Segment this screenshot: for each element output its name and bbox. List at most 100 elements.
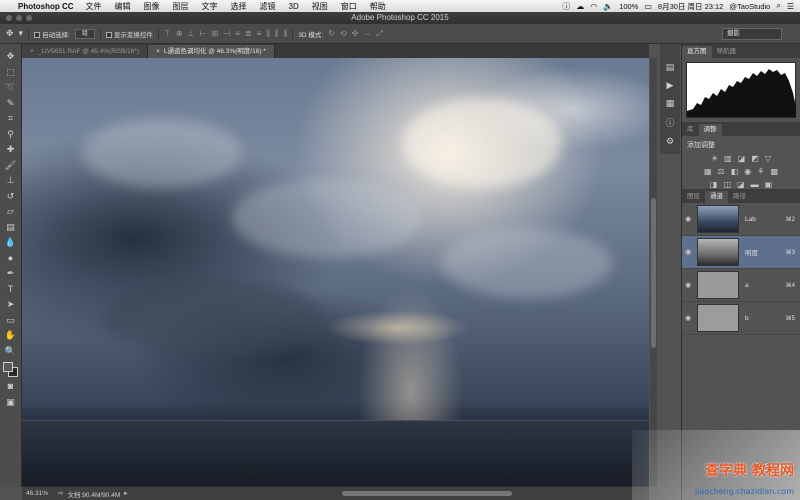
- search-icon[interactable]: ⌕: [776, 1, 780, 11]
- brightness-icon[interactable]: ☀: [711, 154, 718, 163]
- eye-icon[interactable]: ◉: [682, 248, 694, 256]
- align-top-icon[interactable]: ⊤: [164, 29, 171, 39]
- menu-filter[interactable]: 滤镜: [260, 1, 276, 12]
- path-select-tool-icon[interactable]: ➤: [4, 298, 18, 312]
- invert-icon[interactable]: ◨: [710, 180, 718, 189]
- user-name[interactable]: @TaoStudio: [729, 2, 770, 11]
- foreground-color-swatch[interactable]: [2, 362, 13, 372]
- horizontal-scrollbar[interactable]: [342, 491, 512, 496]
- auto-select-checkbox[interactable]: 自动选择:: [34, 29, 70, 39]
- document-canvas[interactable]: [22, 58, 649, 486]
- channel-row-lab[interactable]: ◉ Lab ⌘2: [682, 203, 800, 236]
- zoom-level[interactable]: 46.31%: [26, 490, 48, 497]
- menu-image[interactable]: 图像: [144, 1, 160, 12]
- eraser-tool-icon[interactable]: ▱: [4, 205, 18, 219]
- actions-panel-icon[interactable]: ▶: [667, 80, 674, 91]
- roll-3d-icon[interactable]: ⟲: [340, 29, 347, 39]
- tab-adjustments[interactable]: 调整: [698, 124, 722, 136]
- menu-list-icon[interactable]: ☰: [787, 2, 794, 11]
- close-tab-icon[interactable]: ×: [156, 48, 160, 55]
- exposure-icon[interactable]: ◩: [751, 154, 759, 163]
- eye-icon[interactable]: ◉: [682, 281, 694, 289]
- menu-select[interactable]: 选择: [231, 1, 247, 12]
- gradient-map-icon[interactable]: ▬: [751, 180, 759, 189]
- lasso-tool-icon[interactable]: ➰: [4, 81, 18, 95]
- screen-mode-icon[interactable]: ▣: [4, 396, 18, 410]
- color-lookup-icon[interactable]: ▩: [770, 167, 778, 176]
- eyedropper-tool-icon[interactable]: ⚲: [4, 128, 18, 142]
- tab-layers[interactable]: 图层: [682, 191, 705, 203]
- history-brush-tool-icon[interactable]: ↺: [4, 190, 18, 204]
- hand-tool-icon[interactable]: ✋: [4, 329, 18, 343]
- selective-color-icon[interactable]: ▣: [765, 180, 773, 189]
- vibrance-icon[interactable]: ▽: [765, 154, 771, 163]
- distribute-bottom-icon[interactable]: ≡: [257, 29, 262, 39]
- distribute-right-icon[interactable]: ⫼: [284, 29, 288, 39]
- align-left-icon[interactable]: ⊢: [200, 29, 207, 39]
- align-bottom-icon[interactable]: ⊥: [188, 29, 195, 39]
- move-tool-icon[interactable]: ✥: [6, 28, 14, 39]
- tab-libraries[interactable]: 库: [682, 124, 699, 136]
- info-icon[interactable]: ⓘ: [562, 1, 570, 12]
- quick-select-tool-icon[interactable]: ✎: [4, 97, 18, 111]
- close-window-button[interactable]: [6, 15, 12, 21]
- menu-layer[interactable]: 图层: [173, 1, 189, 12]
- menu-view[interactable]: 视图: [312, 1, 328, 12]
- tab-document-2[interactable]: × L通道色调均化 @ 46.3%(明度/16) *: [148, 45, 275, 58]
- layer-comps-icon[interactable]: ▦: [666, 98, 675, 109]
- scroll-thumb[interactable]: [651, 198, 656, 348]
- checkbox-box[interactable]: [34, 31, 41, 38]
- app-menu[interactable]: Photoshop CC: [18, 2, 74, 11]
- info-panel-icon[interactable]: ⓘ: [665, 116, 674, 129]
- align-right-icon[interactable]: ⊣: [223, 29, 230, 39]
- datetime[interactable]: 8月30日 周日 23:12: [658, 1, 723, 12]
- distribute-middle-icon[interactable]: ≣: [245, 29, 252, 39]
- zoom-window-button[interactable]: [26, 15, 32, 21]
- eye-icon[interactable]: ◉: [682, 215, 694, 223]
- channel-mixer-icon[interactable]: ⚘: [757, 167, 764, 176]
- posterize-icon[interactable]: ◫: [723, 180, 731, 189]
- tab-histogram[interactable]: 直方图: [682, 46, 712, 58]
- threshold-icon[interactable]: ◪: [737, 180, 745, 189]
- checkbox-box[interactable]: [105, 31, 112, 38]
- volume-icon[interactable]: 🔈: [603, 2, 613, 11]
- channel-row-a[interactable]: ◉ a ⌘4: [682, 269, 800, 302]
- color-swatches[interactable]: [2, 362, 19, 378]
- dodge-tool-icon[interactable]: ●: [4, 252, 18, 266]
- close-tab-icon[interactable]: ×: [30, 48, 34, 55]
- levels-icon[interactable]: ▥: [724, 154, 732, 163]
- tab-document-1[interactable]: × _LIV5651.RAF @ 45.4%(RGB/16*): [22, 45, 149, 58]
- black-white-icon[interactable]: ◧: [731, 167, 739, 176]
- rotate-3d-icon[interactable]: ↻: [328, 29, 335, 39]
- healing-brush-tool-icon[interactable]: ✚: [4, 143, 18, 157]
- menu-type[interactable]: 文字: [202, 1, 218, 12]
- channel-row-lightness[interactable]: ◉ 明度 ⌘3: [682, 236, 800, 269]
- photo-filter-icon[interactable]: ◉: [744, 167, 751, 176]
- pen-tool-icon[interactable]: ✒: [4, 267, 18, 281]
- dropdown-caret-icon[interactable]: ▾: [19, 28, 24, 39]
- menu-file[interactable]: 文件: [86, 1, 102, 12]
- distribute-top-icon[interactable]: ≡: [235, 29, 240, 39]
- tab-navigator[interactable]: 导航器: [712, 46, 742, 58]
- clone-stamp-tool-icon[interactable]: ⊥: [4, 174, 18, 188]
- crop-tool-icon[interactable]: ⌗: [4, 112, 18, 126]
- distribute-left-icon[interactable]: ⫼: [266, 29, 270, 39]
- workspace-dropdown[interactable]: 摄影: [722, 28, 782, 40]
- doc-info[interactable]: ⇨ 文档:90.4M/90.4M ▸: [58, 489, 127, 499]
- align-center-icon[interactable]: ⊞: [212, 29, 219, 39]
- cloud-icon[interactable]: ☁: [576, 2, 584, 11]
- properties-panel-icon[interactable]: ⚙: [666, 136, 674, 147]
- expand-icon[interactable]: ▸: [124, 489, 127, 499]
- menu-help[interactable]: 帮助: [370, 1, 386, 12]
- scale-3d-icon[interactable]: ⤢: [376, 29, 382, 39]
- eye-icon[interactable]: ◉: [682, 314, 694, 322]
- history-panel-icon[interactable]: ▤: [666, 62, 675, 73]
- gradient-tool-icon[interactable]: ▤: [4, 221, 18, 235]
- menu-window[interactable]: 窗口: [341, 1, 357, 12]
- minimize-window-button[interactable]: [16, 15, 22, 21]
- wifi-icon[interactable]: ◠: [590, 2, 597, 11]
- marquee-tool-icon[interactable]: ⬚: [4, 66, 18, 80]
- show-transform-checkbox[interactable]: 显示变换控件: [105, 29, 153, 39]
- channel-row-b[interactable]: ◉ b ⌘5: [682, 302, 800, 335]
- color-balance-icon[interactable]: ⚖: [718, 167, 725, 176]
